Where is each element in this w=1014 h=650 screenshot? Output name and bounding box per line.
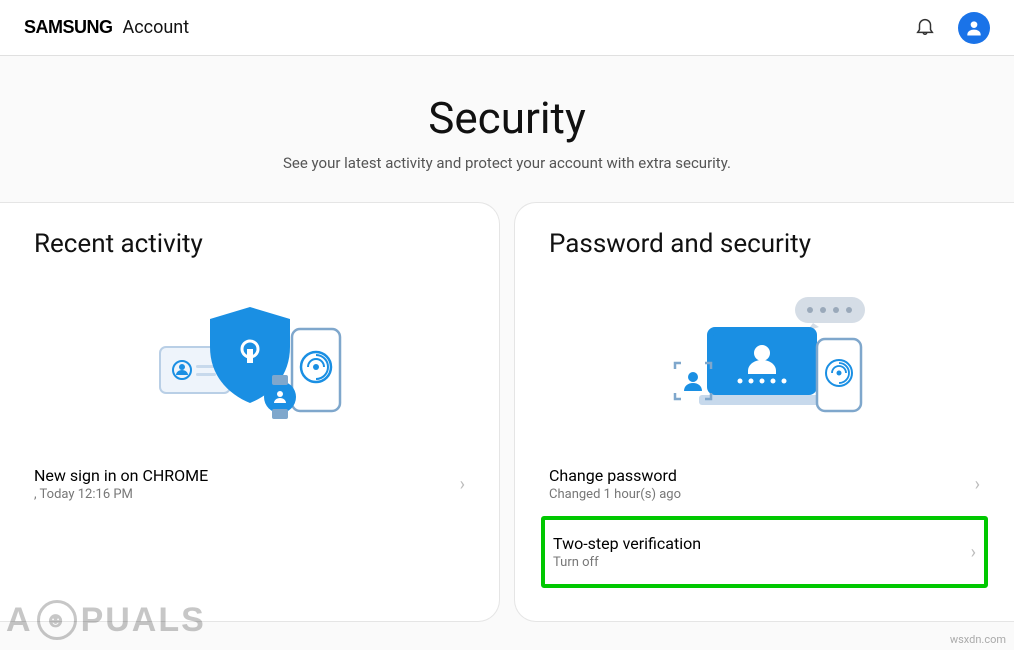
- password-security-card: Password and security: [514, 202, 1014, 622]
- change-password-row[interactable]: Change password Changed 1 hour(s) ago ›: [549, 451, 980, 516]
- watermark-left-pre: A: [6, 601, 33, 640]
- header: SAMSUNG Account: [0, 0, 1014, 56]
- recent-activity-title: Recent activity: [34, 229, 465, 259]
- row-text: Two-step verification Turn off: [553, 534, 701, 570]
- row-text: New sign in on CHROME , Today 12:16 PM: [34, 466, 208, 502]
- brand: SAMSUNG Account: [24, 17, 189, 38]
- brand-secondary: Account: [123, 17, 190, 38]
- activity-title: New sign in on CHROME: [34, 466, 208, 485]
- chevron-right-icon: ›: [460, 474, 465, 495]
- watermark-face-icon: ☻: [37, 600, 77, 640]
- change-password-sub: Changed 1 hour(s) ago: [549, 487, 681, 502]
- row-text: Change password Changed 1 hour(s) ago: [549, 466, 681, 502]
- notifications-icon[interactable]: [914, 15, 936, 41]
- brand-primary: SAMSUNG: [24, 17, 113, 38]
- watermark-right: wsxdn.com: [950, 633, 1006, 646]
- watermark-left: A ☻ PUALS: [6, 600, 206, 640]
- account-avatar[interactable]: [958, 12, 990, 44]
- password-security-illustration: [549, 277, 980, 437]
- cards-container: Recent activity: [0, 202, 1014, 622]
- two-step-verification-row[interactable]: Two-step verification Turn off ›: [541, 516, 988, 588]
- activity-sub: , Today 12:16 PM: [34, 487, 208, 502]
- recent-activity-card: Recent activity: [0, 202, 500, 622]
- two-step-sub: Turn off: [553, 555, 701, 570]
- chevron-right-icon: ›: [971, 542, 976, 563]
- recent-activity-illustration: [34, 277, 465, 437]
- header-actions: [914, 12, 990, 44]
- page-title: Security: [20, 92, 994, 144]
- password-security-title: Password and security: [549, 229, 980, 259]
- watermark-left-post: PUALS: [81, 601, 206, 640]
- page-title-block: Security See your latest activity and pr…: [0, 56, 1014, 202]
- change-password-title: Change password: [549, 466, 681, 485]
- chevron-right-icon: ›: [975, 474, 980, 495]
- recent-activity-row[interactable]: New sign in on CHROME , Today 12:16 PM ›: [34, 451, 465, 516]
- page-subtitle: See your latest activity and protect you…: [20, 154, 994, 172]
- two-step-title: Two-step verification: [553, 534, 701, 553]
